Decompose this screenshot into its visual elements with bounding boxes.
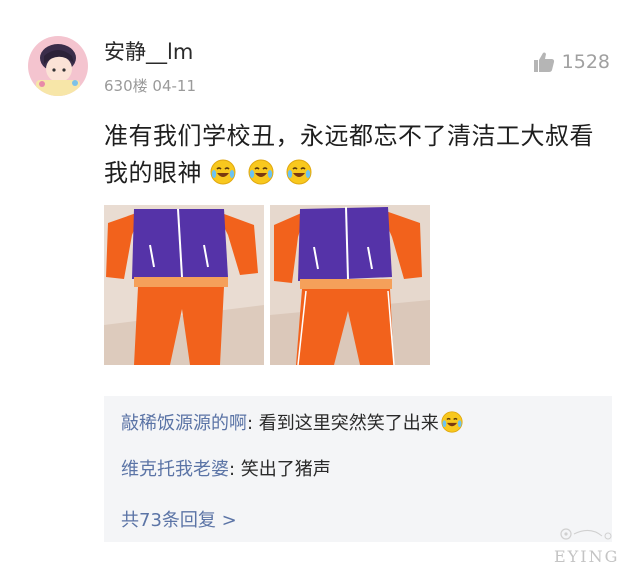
like-button[interactable]: 1528	[532, 48, 610, 76]
more-replies-link[interactable]: 共73条回复 >	[121, 506, 237, 532]
watermark-logo: EYING	[554, 522, 630, 566]
username[interactable]: 安静__lm	[104, 38, 193, 66]
laughing-tears-emoji-icon	[441, 411, 463, 433]
post-photo-2[interactable]	[270, 205, 430, 365]
reply-item[interactable]: 维克托我老婆: 笑出了猪声	[121, 457, 331, 483]
reply-author[interactable]: 敲稀饭源源的啊	[121, 413, 247, 434]
watermark-text: EYING	[554, 547, 620, 566]
laughing-tears-emoji-icon	[286, 159, 312, 185]
laughing-tears-emoji-icon	[210, 159, 236, 185]
post-photo-1[interactable]	[104, 205, 264, 365]
floor-date: 630楼 04-11	[104, 77, 196, 95]
reply-separator: :	[229, 459, 241, 480]
post-body: 准有我们学校丑，永远都忘不了清洁工大叔看我的眼神	[104, 122, 594, 187]
thumbs-up-icon	[533, 52, 554, 72]
like-count: 1528	[561, 51, 610, 73]
reply-separator: :	[247, 413, 259, 434]
reply-author[interactable]: 维克托我老婆	[121, 459, 229, 480]
reply-item[interactable]: 敲稀饭源源的啊: 看到这里突然笑了出来	[121, 411, 475, 437]
reply-text: 笑出了猪声	[240, 459, 331, 480]
reply-text: 看到这里突然笑了出来	[258, 413, 439, 434]
reply-box: 敲稀饭源源的啊: 看到这里突然笑了出来 维克托我老婆: 笑出了猪声 共73条回复…	[104, 396, 612, 542]
flower-decoration-icon	[560, 528, 612, 540]
laughing-tears-emoji-icon	[248, 159, 274, 185]
avatar[interactable]	[28, 36, 88, 96]
post-text: 准有我们学校丑，永远都忘不了清洁工大叔看我的眼神	[104, 118, 614, 192]
